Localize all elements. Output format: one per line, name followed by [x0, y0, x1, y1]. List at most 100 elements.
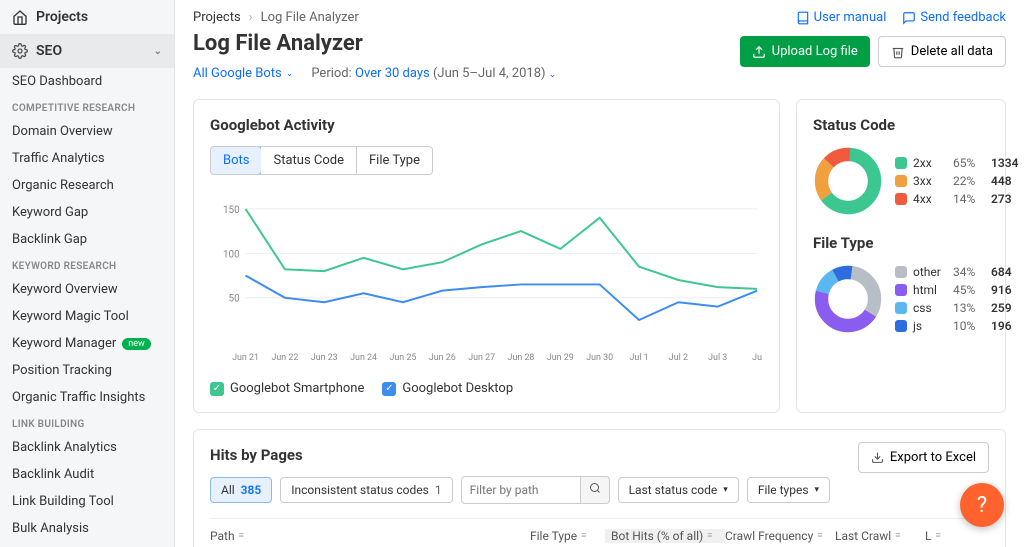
sidebar-item[interactable]: Keyword Magic Tool: [0, 303, 174, 330]
export-excel-button[interactable]: Export to Excel: [858, 442, 989, 473]
search-button[interactable]: [581, 476, 610, 504]
svg-text:Jun 28: Jun 28: [508, 353, 535, 363]
chevron-down-icon[interactable]: ⌄: [549, 70, 557, 80]
breadcrumb-root[interactable]: Projects: [193, 10, 241, 25]
hits-filters: All 385 Inconsistent status codes 1 Last…: [210, 476, 989, 504]
sidebar-item[interactable]: Position Tracking: [0, 357, 174, 384]
table-header: Path≡File Type≡Bot Hits (% of all)≡Crawl…: [210, 518, 989, 547]
filter-path-input[interactable]: [461, 476, 581, 504]
chevron-right-icon: ›: [249, 10, 253, 25]
gear-icon: [12, 43, 28, 59]
svg-text:Ju: Ju: [752, 353, 762, 363]
period-filter: Period: Over 30 days (Jun 5–Jul 4, 2018)…: [311, 66, 556, 81]
search-icon: [589, 482, 601, 494]
column-header[interactable]: Last Crawl≡: [835, 529, 925, 543]
home-icon: [12, 9, 28, 25]
color-swatch: [895, 284, 907, 296]
legend-row: 2xx65%1334: [895, 156, 1018, 170]
sidebar-item[interactable]: Domain Overview: [0, 118, 174, 145]
sort-icon: ≡: [895, 534, 900, 538]
column-header[interactable]: Crawl Frequency≡: [725, 529, 835, 543]
legend-item[interactable]: ✓Googlebot Smartphone: [210, 381, 364, 396]
legend-row: css13%259: [895, 301, 1012, 315]
sidebar-item[interactable]: Backlink Audit: [0, 461, 174, 488]
sidebar-projects-label: Projects: [36, 9, 88, 25]
chat-icon: [902, 11, 916, 25]
sidebar-seo[interactable]: SEO ⌄: [0, 34, 174, 68]
status-code-title: Status Code: [813, 116, 989, 134]
file-types-dropdown[interactable]: File types ▾: [747, 477, 830, 503]
sidebar-item[interactable]: Keyword Managernew: [0, 330, 174, 357]
column-header[interactable]: L≡: [925, 529, 955, 543]
legend-item[interactable]: ✓Googlebot Desktop: [382, 381, 513, 396]
svg-text:Jun 21: Jun 21: [232, 353, 259, 363]
upload-log-button[interactable]: Upload Log file: [740, 36, 870, 67]
top-links: User manual Send feedback: [796, 10, 1006, 25]
send-feedback-link[interactable]: Send feedback: [902, 10, 1006, 25]
chevron-down-icon: ▾: [815, 485, 820, 495]
svg-text:Jun 25: Jun 25: [390, 353, 417, 363]
book-icon: [796, 11, 810, 25]
filter-all[interactable]: All 385: [210, 477, 272, 503]
svg-text:Jun 22: Jun 22: [271, 353, 298, 363]
line-chart-svg: 50100150Jun 21Jun 22Jun 23Jun 24Jun 25Ju…: [210, 189, 763, 369]
user-manual-link[interactable]: User manual: [796, 10, 887, 25]
sort-icon: ≡: [935, 534, 940, 538]
svg-text:100: 100: [223, 249, 240, 260]
sidebar-item[interactable]: Traffic Analytics: [0, 145, 174, 172]
color-swatch: [895, 302, 907, 314]
sidebar-item[interactable]: Organic Research: [0, 172, 174, 199]
tab-bots[interactable]: Bots: [210, 146, 262, 175]
delete-all-button[interactable]: Delete all data: [878, 36, 1006, 67]
activity-title: Googlebot Activity: [210, 116, 763, 134]
column-header[interactable]: Bot Hits (% of all)≡: [605, 529, 725, 543]
side-panel: Status Code 2xx65%13343xx22%4484xx14%273…: [796, 99, 1006, 413]
filetype-legend: other34%684html45%916css13%259js10%196: [895, 265, 1012, 333]
file-type-title: File Type: [813, 234, 989, 252]
sidebar-item[interactable]: Backlink Analytics: [0, 434, 174, 461]
filters-row: All Google Bots ⌄ Period: Over 30 days (…: [193, 66, 1006, 81]
chart-legend: ✓Googlebot Smartphone ✓Googlebot Desktop: [210, 381, 763, 396]
sidebar-item[interactable]: Organic Traffic Insights: [0, 384, 174, 411]
page-actions: Upload Log file Delete all data: [740, 36, 1006, 67]
sidebar-item[interactable]: Bulk Analysis: [0, 515, 174, 542]
last-status-dropdown[interactable]: Last status code ▾: [618, 477, 739, 503]
help-icon: ?: [977, 493, 987, 518]
sidebar-projects[interactable]: Projects: [0, 0, 174, 34]
sidebar-section-title: KEYWORD RESEARCH: [0, 253, 174, 276]
sidebar-item[interactable]: Backlink Gap: [0, 226, 174, 253]
sidebar-item[interactable]: Keyword Gap: [0, 199, 174, 226]
sort-icon: ≡: [817, 534, 822, 538]
sidebar-item[interactable]: Link Building Tool: [0, 488, 174, 515]
filter-inconsistent[interactable]: Inconsistent status codes 1: [280, 477, 452, 503]
tab-status-code[interactable]: Status Code: [261, 147, 357, 174]
chevron-down-icon: ⌄: [154, 46, 162, 57]
svg-text:Jun 30: Jun 30: [586, 353, 613, 363]
bots-filter[interactable]: All Google Bots ⌄: [193, 66, 293, 81]
trash-icon: [891, 45, 905, 59]
color-swatch: [895, 320, 907, 332]
column-header[interactable]: Path≡: [210, 529, 530, 543]
period-value[interactable]: Over 30 days: [355, 66, 430, 81]
tab-file-type[interactable]: File Type: [357, 147, 432, 174]
legend-row: js10%196: [895, 319, 1012, 333]
help-fab[interactable]: ?: [960, 483, 1004, 527]
svg-text:Jun 26: Jun 26: [429, 353, 456, 363]
activity-chart: 50100150Jun 21Jun 22Jun 23Jun 24Jun 25Ju…: [210, 189, 763, 373]
sidebar-item[interactable]: SEO Dashboard: [0, 68, 174, 95]
status-legend: 2xx65%13343xx22%4484xx14%273: [895, 156, 1018, 206]
sort-icon: ≡: [239, 534, 244, 538]
upload-icon: [752, 45, 766, 59]
sidebar-section-title: ON PAGE & TECH SEO: [0, 542, 174, 547]
svg-text:Jul 1: Jul 1: [629, 353, 648, 363]
column-header[interactable]: File Type≡: [530, 529, 605, 543]
legend-row: html45%916: [895, 283, 1012, 297]
sidebar-item[interactable]: Keyword Overview: [0, 276, 174, 303]
color-swatch: [895, 157, 907, 169]
checkbox-icon: ✓: [382, 382, 396, 396]
activity-tabs: BotsStatus CodeFile Type: [210, 146, 433, 175]
color-swatch: [895, 175, 907, 187]
breadcrumb-page: Log File Analyzer: [261, 10, 359, 25]
checkbox-icon: ✓: [210, 382, 224, 396]
svg-text:Jun 24: Jun 24: [350, 353, 377, 363]
